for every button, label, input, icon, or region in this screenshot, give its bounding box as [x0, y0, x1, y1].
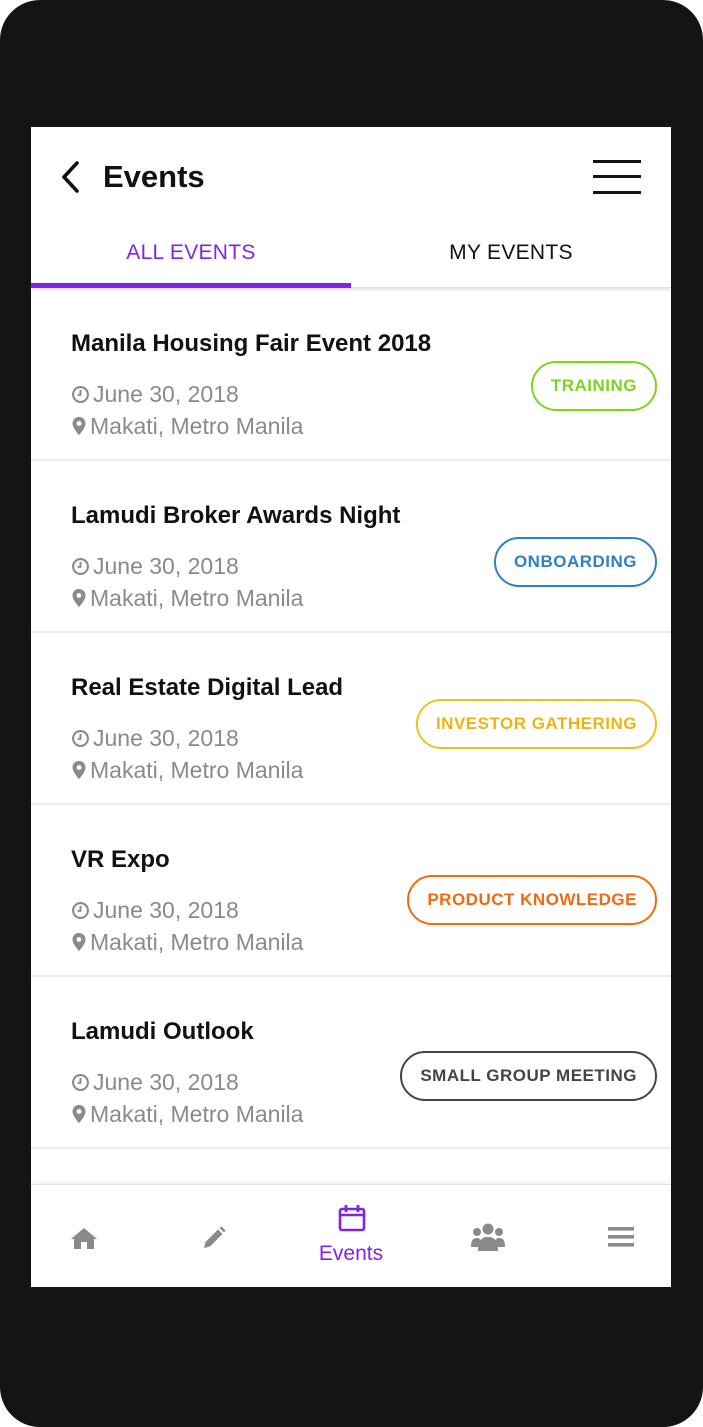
- event-category-badge: SMALL GROUP MEETING: [400, 1051, 657, 1101]
- event-title: VR Expo: [71, 846, 170, 873]
- event-category-badge: ONBOARDING: [493, 537, 657, 587]
- tab-all-events[interactable]: ALL EVENTS: [31, 227, 351, 287]
- clock-icon: [72, 730, 89, 747]
- app-header: Events: [31, 127, 671, 227]
- app-screen: Events ALL EVENTS MY EVENTS Manila Housi…: [31, 127, 671, 1287]
- event-list-item[interactable]: VR Expo June 30, 2018 Makati, Metro Mani…: [31, 805, 671, 977]
- event-location: Makati, Metro Manila: [90, 757, 304, 783]
- event-location: Makati, Metro Manila: [90, 1101, 304, 1127]
- event-category-badge: INVESTOR GATHERING: [415, 699, 657, 749]
- clock-icon: [72, 902, 89, 919]
- event-location-row: Makati, Metro Manila: [71, 411, 303, 441]
- phone-frame: Events ALL EVENTS MY EVENTS Manila Housi…: [0, 0, 703, 1427]
- event-date-row: June 30, 2018: [71, 895, 239, 925]
- event-list-item[interactable]: Real Estate Digital Lead June 30, 2018 M…: [31, 633, 671, 805]
- clock-icon: [72, 558, 89, 575]
- event-date: June 30, 2018: [93, 725, 239, 751]
- map-pin-icon: [72, 589, 86, 607]
- event-list-item[interactable]: Lamudi Broker Awards Night June 30, 2018…: [31, 461, 671, 633]
- event-title: Lamudi Broker Awards Night: [71, 502, 401, 529]
- event-date: June 30, 2018: [93, 897, 239, 923]
- nav-edit[interactable]: [159, 1185, 287, 1287]
- tab-my-events[interactable]: MY EVENTS: [351, 227, 671, 287]
- menu-line: [593, 160, 641, 163]
- nav-events[interactable]: Events: [287, 1185, 415, 1287]
- map-pin-icon: [72, 1105, 86, 1123]
- event-date-row: June 30, 2018: [71, 1067, 239, 1097]
- event-date-row: June 30, 2018: [71, 379, 239, 409]
- nav-users[interactable]: [415, 1185, 543, 1287]
- home-icon: [71, 1228, 97, 1249]
- event-tabs: ALL EVENTS MY EVENTS: [31, 227, 671, 288]
- event-date: June 30, 2018: [93, 381, 239, 407]
- event-list-item-partial[interactable]: [31, 1149, 671, 1179]
- bottom-navigation: Events: [31, 1184, 671, 1287]
- event-location-row: Makati, Metro Manila: [71, 583, 303, 613]
- users-icon: [471, 1223, 505, 1251]
- event-location: Makati, Metro Manila: [90, 929, 304, 955]
- event-date: June 30, 2018: [93, 553, 239, 579]
- event-location-row: Makati, Metro Manila: [71, 755, 303, 785]
- map-pin-icon: [72, 933, 86, 951]
- active-tab-indicator: [31, 283, 351, 288]
- map-pin-icon: [72, 761, 86, 779]
- event-category-badge: PRODUCT KNOWLEDGE: [407, 875, 657, 925]
- clock-icon: [72, 1074, 89, 1091]
- back-button[interactable]: [57, 159, 87, 195]
- event-location: Makati, Metro Manila: [90, 413, 304, 439]
- map-pin-icon: [72, 417, 86, 435]
- nav-menu[interactable]: [543, 1185, 671, 1287]
- hamburger-menu-button[interactable]: [589, 157, 645, 197]
- event-date: June 30, 2018: [93, 1069, 239, 1095]
- event-list-item[interactable]: Manila Housing Fair Event 2018 June 30, …: [31, 289, 671, 461]
- nav-home[interactable]: [31, 1185, 159, 1287]
- menu-line: [593, 175, 641, 178]
- pencil-icon: [204, 1226, 226, 1248]
- event-title: Lamudi Outlook: [71, 1018, 254, 1045]
- menu-icon: [608, 1227, 634, 1247]
- calendar-icon: [338, 1205, 366, 1232]
- event-location: Makati, Metro Manila: [90, 585, 304, 611]
- chevron-left-icon: [62, 161, 79, 193]
- event-list: Manila Housing Fair Event 2018 June 30, …: [31, 289, 671, 1179]
- clock-icon: [72, 386, 89, 403]
- event-date-row: June 30, 2018: [71, 551, 239, 581]
- event-location-row: Makati, Metro Manila: [71, 1099, 303, 1129]
- event-title: Manila Housing Fair Event 2018: [71, 330, 432, 357]
- page-title: Events: [103, 159, 205, 194]
- menu-line: [593, 191, 641, 194]
- event-location-row: Makati, Metro Manila: [71, 927, 303, 957]
- event-category-badge: TRAINING: [530, 361, 657, 411]
- nav-events-label: Events: [318, 1242, 384, 1265]
- event-list-item[interactable]: Lamudi Outlook June 30, 2018 Makati, Met…: [31, 977, 671, 1149]
- event-title: Real Estate Digital Lead: [71, 674, 344, 701]
- event-date-row: June 30, 2018: [71, 723, 239, 753]
